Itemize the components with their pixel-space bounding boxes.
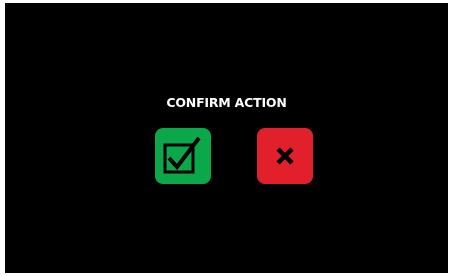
checkbox-check-icon xyxy=(155,128,211,184)
cancel-button[interactable] xyxy=(257,128,313,184)
x-icon xyxy=(257,128,313,184)
dialog-title: CONFIRM ACTION xyxy=(166,95,287,110)
confirm-button[interactable] xyxy=(155,128,211,184)
confirm-screen: CONFIRM ACTION xyxy=(5,3,448,273)
